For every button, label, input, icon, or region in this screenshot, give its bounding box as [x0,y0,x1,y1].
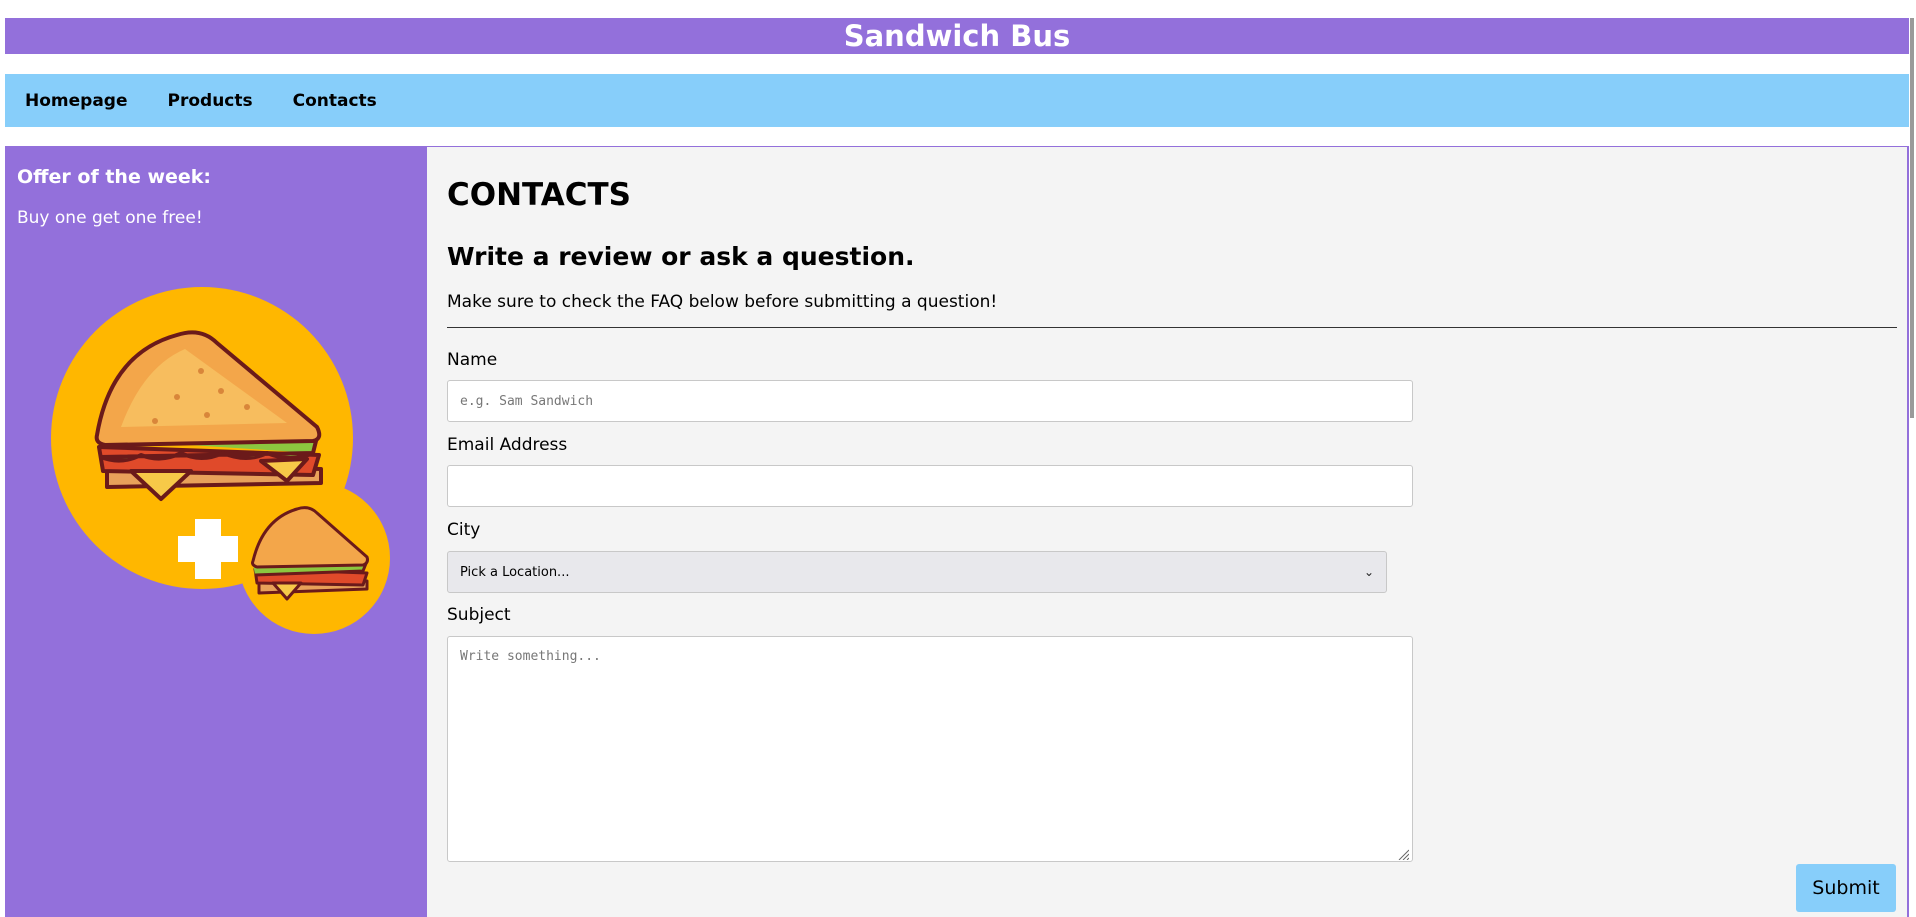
subject-textarea[interactable] [447,636,1413,862]
resize-handle-icon[interactable] [1397,848,1409,860]
subject-label: Subject [447,605,511,625]
nav-item-products[interactable]: Products [148,91,273,111]
offer-title: Offer of the week: [17,166,212,188]
sandwich-plus-sandwich-icon [51,287,390,634]
name-input[interactable] [447,380,1413,422]
page-title: CONTACTS [447,177,632,213]
nav-item-contacts[interactable]: Contacts [273,91,397,111]
scrollbar[interactable] [1910,18,1914,418]
section-heading: Write a review or ask a question. [447,242,915,271]
city-label: City [447,520,481,540]
city-select-value: Pick a Location... [460,564,570,580]
city-select[interactable]: Pick a Location... ⌄ [447,551,1387,593]
email-input[interactable] [447,465,1413,507]
sidebar: Offer of the week: Buy one get one free! [5,147,427,917]
main-content: CONTACTS Write a review or ask a questio… [427,147,1907,917]
nav-bar: Homepage Products Contacts [5,74,1909,127]
chevron-down-icon: ⌄ [1363,565,1374,579]
divider [447,327,1897,328]
name-label: Name [447,350,498,370]
intro-text: Make sure to check the FAQ below before … [447,292,998,312]
offer-text: Buy one get one free! [17,208,203,228]
email-label: Email Address [447,435,568,455]
submit-button[interactable]: Submit [1796,864,1896,912]
site-title: Sandwich Bus [5,18,1909,54]
nav-item-homepage[interactable]: Homepage [5,91,148,111]
